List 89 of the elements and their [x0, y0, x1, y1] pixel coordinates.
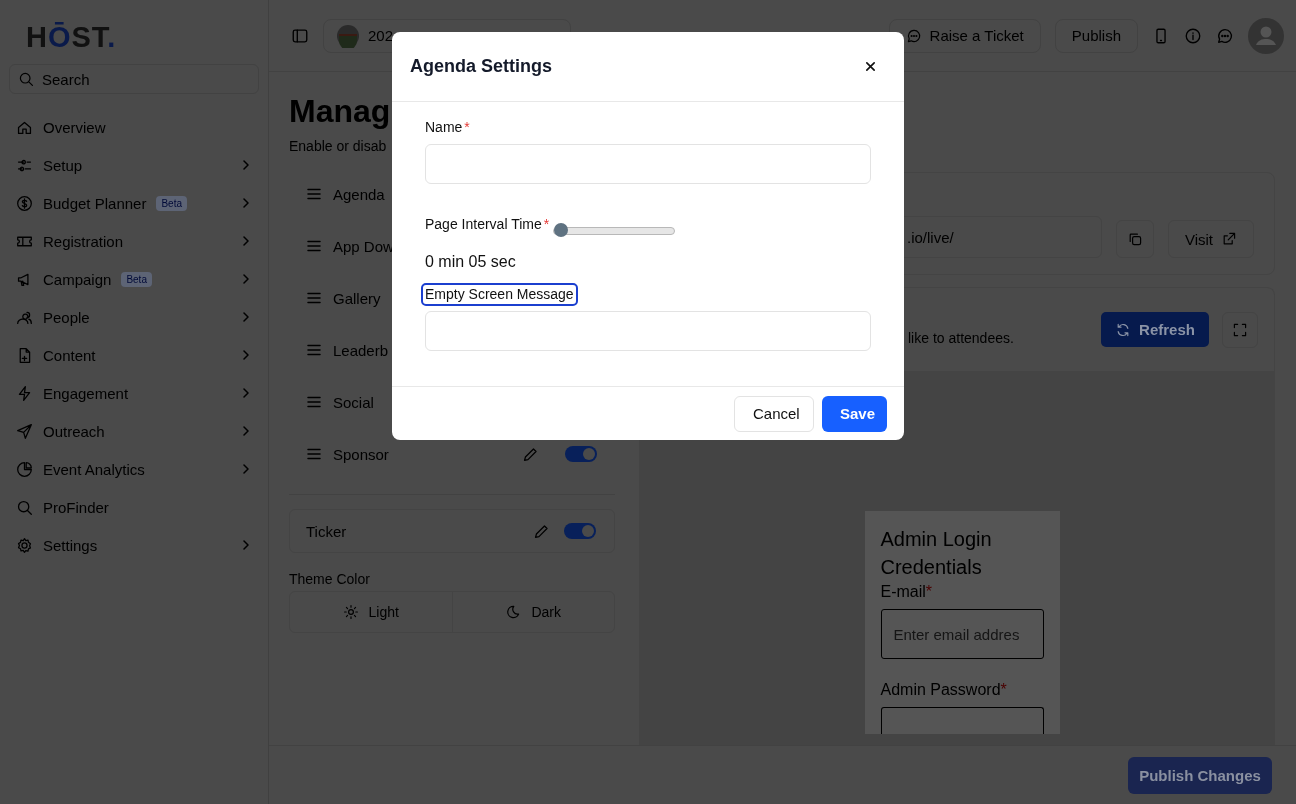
pencil-icon[interactable] [533, 522, 550, 540]
info-icon[interactable] [1184, 26, 1202, 45]
chevron-icon [241, 312, 251, 322]
logo: HŌST. [26, 20, 117, 54]
field-label: Page Interval Time* [424, 215, 551, 234]
drag-handle-icon[interactable] [307, 240, 321, 252]
publish-changes-button[interactable]: Publish Changes [1128, 756, 1272, 794]
chat-icon[interactable] [1216, 26, 1234, 45]
cancel-button[interactable]: Cancel [734, 395, 814, 432]
toggle-switch[interactable] [564, 523, 596, 539]
chevron-icon [241, 198, 251, 208]
search-field[interactable]: Search [9, 64, 259, 94]
module-name: Social [333, 393, 374, 411]
beta-badge: Beta [121, 271, 152, 287]
module-name: Leaderb [333, 341, 389, 359]
nav-item[interactable]: Setup [9, 146, 259, 184]
nav-item[interactable]: Budget Planner Beta [9, 184, 259, 222]
chevron-icon [241, 274, 251, 284]
beta-badge: Beta [156, 195, 187, 211]
toolbar-button[interactable]: Publish [1054, 18, 1138, 53]
chevron-icon [241, 160, 251, 170]
input-field[interactable]: Enter email addres [880, 609, 1044, 659]
chevron-icon [241, 464, 251, 474]
nav-item[interactable]: Settings [9, 526, 259, 564]
theme-option[interactable]: Dark [451, 592, 614, 632]
field-label: Admin Password* [880, 681, 1008, 699]
moon-icon [505, 604, 522, 620]
dialog-title: Agenda Settings [410, 56, 552, 77]
chevron-icon [241, 388, 251, 398]
nav-item[interactable]: People [9, 298, 259, 336]
text-input[interactable] [425, 144, 871, 184]
nav-item[interactable]: Event Analytics [9, 450, 259, 488]
dollar-icon [16, 194, 33, 212]
copy-icon [1127, 231, 1143, 247]
field-label: Empty Screen Message [421, 283, 578, 306]
copy-button[interactable] [1116, 220, 1154, 258]
pie-chart-icon [16, 460, 33, 478]
preview-description: like to attendees. [908, 329, 1014, 346]
send-icon [16, 422, 33, 440]
nav-item[interactable]: Outreach [9, 412, 259, 450]
module-name: Agenda [333, 185, 385, 203]
close-icon[interactable] [865, 61, 876, 72]
interval-slider[interactable] [553, 226, 676, 235]
pencil-icon[interactable] [522, 445, 539, 463]
fullscreen-button[interactable] [1222, 311, 1258, 348]
chat-icon [905, 27, 922, 44]
drag-handle-icon[interactable] [307, 344, 321, 356]
visit-button[interactable]: Visit [1168, 220, 1254, 258]
chevron-icon [241, 236, 251, 246]
settings-icon [16, 536, 33, 554]
toggle-switch[interactable] [565, 446, 597, 462]
input-field[interactable] [880, 707, 1044, 734]
nav-item[interactable]: ProFinder [9, 488, 259, 526]
save-button[interactable]: Save [822, 395, 887, 432]
avatar-icon[interactable] [1248, 17, 1284, 54]
interval-reading: 0 min 05 sec [425, 253, 517, 271]
nav-item[interactable]: Registration [9, 222, 259, 260]
bolt-icon [16, 384, 33, 402]
search-icon [16, 498, 33, 516]
ticker-label: Ticker [306, 522, 347, 540]
drag-handle-icon[interactable] [307, 396, 321, 408]
chevron-icon [241, 426, 251, 436]
text-input[interactable] [425, 311, 871, 351]
nav-item[interactable]: Overview [9, 108, 259, 146]
theme-label: Theme Color [289, 571, 370, 587]
module-name: Gallery [333, 289, 381, 307]
drag-handle-icon[interactable] [307, 188, 321, 200]
theme-option[interactable]: Light [290, 592, 452, 632]
external-link-icon [1221, 231, 1238, 247]
chevron-icon [241, 540, 251, 550]
event-logo-icon [336, 23, 360, 48]
sidebar-toggle-icon[interactable] [291, 26, 309, 45]
drag-handle-icon[interactable] [307, 292, 321, 304]
sun-icon [342, 604, 359, 620]
slider-thumb[interactable] [554, 222, 569, 237]
login-title: Admin Login Credentials [880, 527, 993, 580]
refresh-button[interactable]: Refresh [1101, 312, 1209, 347]
nav-item[interactable]: Campaign Beta [9, 260, 259, 298]
search-icon [18, 71, 34, 87]
page-subtitle: Enable or disab [289, 138, 387, 154]
nav-item[interactable]: Content [9, 336, 259, 374]
nav-item[interactable]: Engagement [9, 374, 259, 412]
drag-handle-icon[interactable] [307, 448, 321, 460]
fullscreen-icon [1232, 321, 1248, 338]
module-name: Sponsor [333, 445, 389, 463]
page-title: Manag [289, 92, 391, 130]
chevron-icon [241, 350, 251, 360]
field-label: E-mail* [880, 583, 934, 601]
field-label: Name* [424, 118, 471, 137]
